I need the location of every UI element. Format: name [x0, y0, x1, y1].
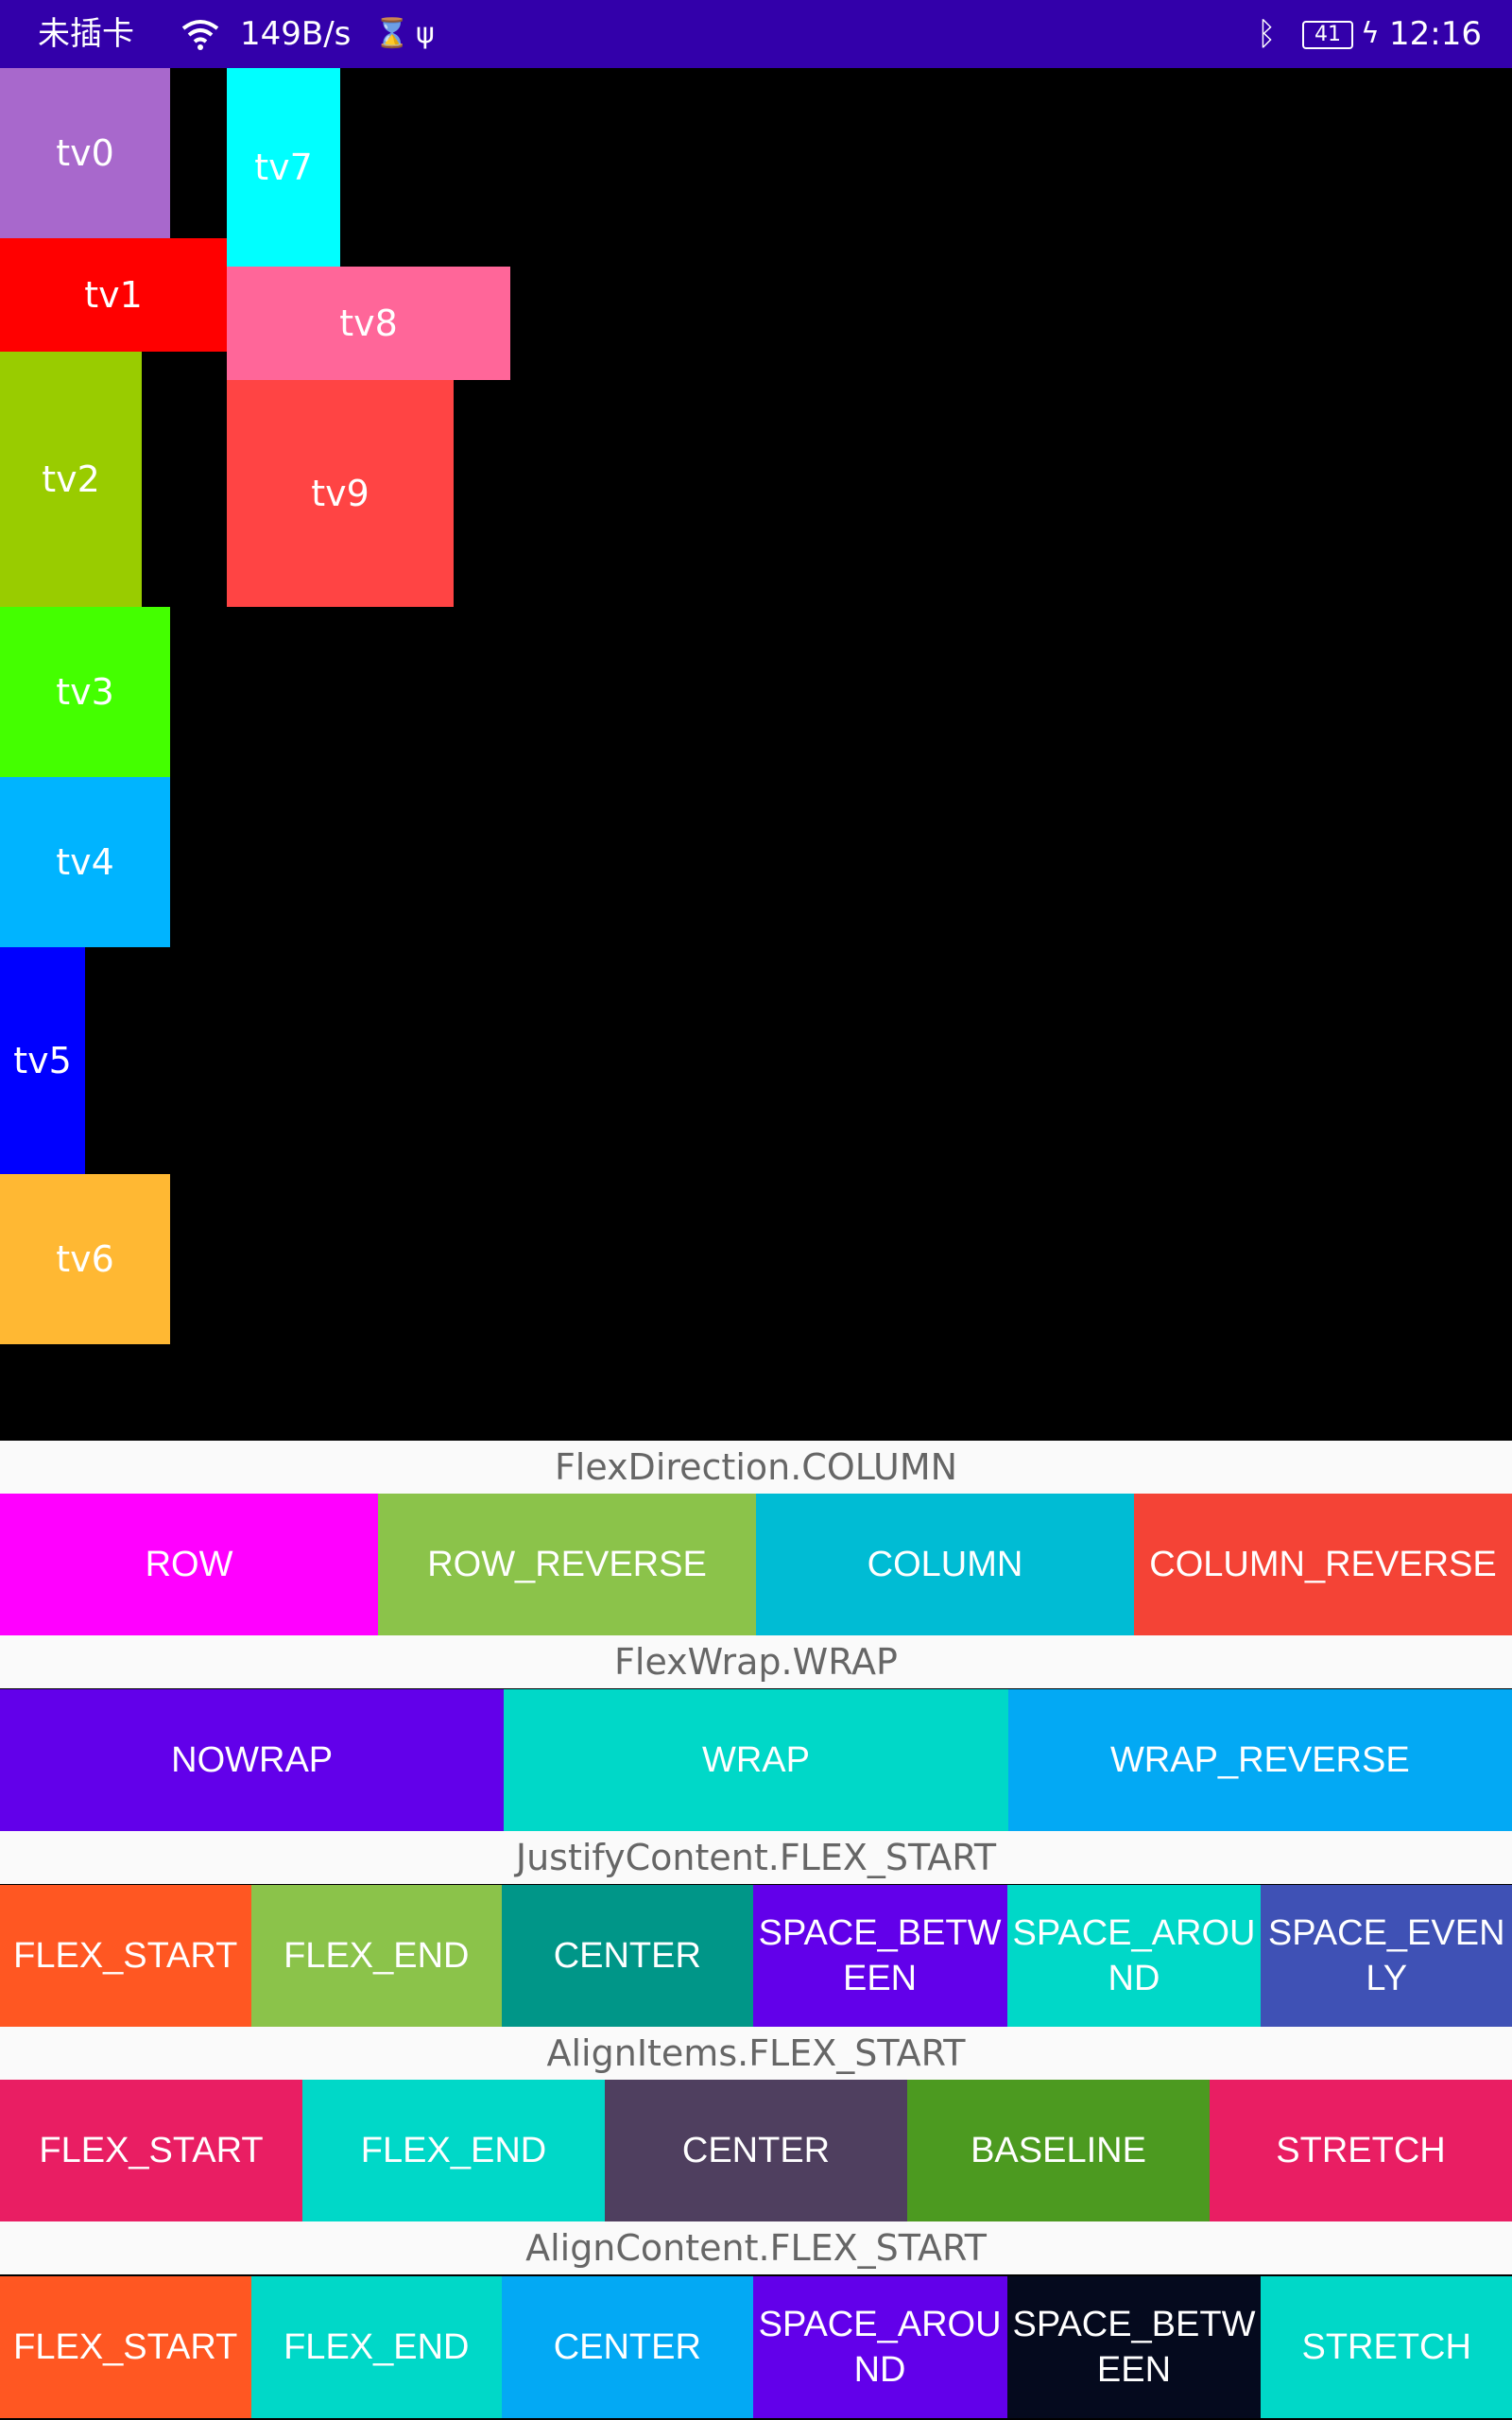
flex-wrap-wrap-reverse-button[interactable]: WRAP_REVERSE	[1007, 1689, 1512, 1831]
button-label: ROW_REVERSE	[427, 1545, 707, 1584]
align-content-space-betw-button[interactable]: SPACE_BETW EEN	[1006, 2276, 1262, 2418]
flex-direction-row-reverse-button[interactable]: ROW_REVERSE	[378, 1494, 756, 1635]
flex-direction-row-button[interactable]: ROW	[0, 1494, 378, 1635]
flex-item-label: tv3	[56, 671, 114, 713]
flex-item-label: tv6	[56, 1238, 114, 1280]
align-items-stretch-button[interactable]: STRETCH	[1210, 2080, 1512, 2221]
button-label: SPACE_AROU	[758, 2305, 1002, 2344]
clock: 12:16	[1389, 15, 1482, 53]
justify-content-space-arou-button[interactable]: SPACE_AROU ND	[1006, 1885, 1262, 2027]
align-items-flex-end-button[interactable]: FLEX_END	[302, 2080, 605, 2221]
justify-content-flex-start-button[interactable]: FLEX_START	[0, 1885, 251, 2027]
button-label: FLEX_START	[39, 2131, 264, 2170]
flex-wrap-nowrap-button[interactable]: NOWRAP	[0, 1689, 505, 1831]
flex-item-tv9: tv9	[227, 380, 454, 607]
align-content-space-arou-button[interactable]: SPACE_AROU ND	[752, 2276, 1007, 2418]
align-items-label: AlignItems.FLEX_START	[0, 2027, 1512, 2080]
button-label-continued: EEN	[1096, 2350, 1172, 2390]
button-label: SPACE_AROU	[1012, 1913, 1256, 1953]
flex-item-tv1: tv1	[0, 238, 227, 352]
button-label: NOWRAP	[171, 1740, 334, 1780]
justify-content-buttons: FLEX_START FLEX_END CENTER SPACE_BETW EEN SPA…	[0, 1885, 1512, 2027]
flex-item-label: tv0	[56, 132, 114, 174]
align-content-label: AlignContent.FLEX_START	[0, 2221, 1512, 2274]
button-label: FLEX_END	[360, 2131, 547, 2170]
button-label: SPACE_EVEN	[1267, 1913, 1505, 1953]
flex-item-label: tv2	[42, 458, 100, 500]
justify-content-flex-end-button[interactable]: FLEX_END	[250, 1885, 503, 2027]
justify-content-center-button[interactable]: CENTER	[502, 1885, 753, 2027]
button-label: ROW	[145, 1545, 233, 1584]
button-label: FLEX_START	[13, 2327, 238, 2367]
flex-item-tv4: tv4	[0, 777, 170, 947]
charging-icon: ϟ	[1361, 17, 1380, 50]
justify-content-label: JustifyContent.FLEX_START	[0, 1831, 1512, 1884]
flex-item-tv5: tv5	[0, 947, 85, 1174]
align-items-baseline-button[interactable]: BASELINE	[907, 2080, 1210, 2221]
button-label: CENTER	[553, 2327, 701, 2367]
button-label: WRAP	[701, 1740, 810, 1780]
button-label: COLUMN_REVERSE	[1149, 1545, 1497, 1584]
button-label: STRETCH	[1276, 2131, 1446, 2170]
button-label-continued: ND	[853, 2350, 906, 2390]
hourglass-icon: ⌛	[374, 17, 410, 50]
flex-direction-buttons: ROW ROW_REVERSE COLUMN COLUMN_REVERSE	[0, 1494, 1512, 1635]
flex-item-label: tv9	[311, 473, 369, 514]
justify-content-space-betw-button[interactable]: SPACE_BETW EEN	[752, 1885, 1007, 2027]
justify-content-space-even-button[interactable]: SPACE_EVEN LY	[1261, 1885, 1512, 2027]
flex-item-tv2: tv2	[0, 352, 142, 607]
flex-direction-column-reverse-button[interactable]: COLUMN_REVERSE	[1134, 1494, 1512, 1635]
align-content-flex-start-button[interactable]: FLEX_START	[0, 2276, 251, 2418]
button-label-continued: LY	[1366, 1959, 1408, 1998]
bluetooth-icon: ᛒ	[1257, 15, 1277, 53]
flex-wrap-buttons: NOWRAP WRAP WRAP_REVERSE	[0, 1689, 1512, 1831]
flex-wrap-label: FlexWrap.WRAP	[0, 1635, 1512, 1688]
button-label: CENTER	[553, 1936, 701, 1976]
button-label: COLUMN	[867, 1545, 1023, 1584]
button-label: BASELINE	[971, 2131, 1146, 2170]
battery-icon: 41	[1302, 21, 1353, 49]
flex-item-tv3: tv3	[0, 607, 170, 777]
button-label-continued: ND	[1108, 1959, 1160, 1998]
button-label: SPACE_BETW	[758, 1913, 1002, 1953]
button-label: CENTER	[681, 2131, 831, 2170]
flex-item-label: tv8	[339, 302, 398, 344]
button-label: FLEX_END	[284, 1936, 470, 1976]
align-content-flex-end-button[interactable]: FLEX_END	[250, 2276, 503, 2418]
flex-direction-label: FlexDirection.COLUMN	[0, 1441, 1512, 1494]
flex-item-label: tv1	[84, 274, 143, 316]
align-content-stretch-button[interactable]: STRETCH	[1261, 2276, 1512, 2418]
status-bar: 未插卡 149B/s ⌛ ψ ᛒ 41 ϟ 12:16	[0, 0, 1512, 68]
button-label-continued: EEN	[842, 1959, 918, 1998]
flex-item-tv7: tv7	[227, 68, 340, 267]
button-label: SPACE_BETW	[1012, 2305, 1256, 2344]
flex-item-label: tv5	[13, 1040, 72, 1081]
net-speed: 149B/s	[240, 15, 352, 53]
align-items-flex-start-button[interactable]: FLEX_START	[0, 2080, 302, 2221]
usb-icon: ψ	[416, 17, 435, 50]
flex-wrap-wrap-button[interactable]: WRAP	[504, 1689, 1008, 1831]
button-label: STRETCH	[1301, 2327, 1471, 2367]
align-items-center-button[interactable]: CENTER	[605, 2080, 907, 2221]
align-items-buttons: FLEX_START FLEX_END CENTER BASELINE STRETCH	[0, 2080, 1512, 2221]
align-content-center-button[interactable]: CENTER	[502, 2276, 753, 2418]
flex-item-tv6: tv6	[0, 1174, 170, 1344]
flex-item-label: tv4	[56, 841, 114, 883]
button-label: FLEX_END	[284, 2327, 470, 2367]
flex-item-tv8: tv8	[227, 267, 510, 380]
align-content-buttons: FLEX_START FLEX_END CENTER SPACE_AROU ND SPAC…	[0, 2276, 1512, 2418]
wifi-icon	[180, 0, 227, 68]
flex-item-label: tv7	[254, 147, 313, 188]
button-label: WRAP_REVERSE	[1109, 1740, 1410, 1780]
flex-item-tv0: tv0	[0, 68, 170, 238]
button-label: FLEX_START	[13, 1936, 238, 1976]
flex-direction-column-button[interactable]: COLUMN	[756, 1494, 1134, 1635]
carrier-text: 未插卡	[38, 15, 134, 53]
flexbox-layout: tv0 tv1 tv2 tv3 tv4 tv5 tv6 tv7 tv8 tv9	[0, 68, 1512, 1441]
